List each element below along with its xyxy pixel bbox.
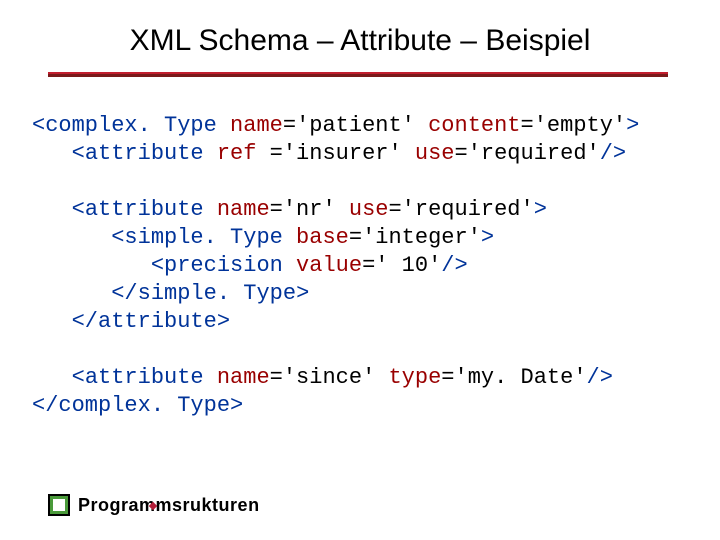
code-text: /> <box>600 141 626 166</box>
code-text: < <box>111 225 124 250</box>
code-text <box>32 197 72 222</box>
code-text: > <box>217 309 230 334</box>
code-text: precision <box>164 253 283 278</box>
title-divider <box>48 72 668 77</box>
code-text: > <box>626 113 639 138</box>
logo-part3: rukturen <box>183 495 260 515</box>
code-text: attribute <box>85 197 204 222</box>
code-text: < <box>72 141 85 166</box>
code-text: > <box>534 197 547 222</box>
code-text: ='nr' <box>270 197 336 222</box>
code-text: complex. Type <box>58 393 230 418</box>
slide-title: XML Schema – Attribute – Beispiel <box>0 24 720 58</box>
code-text: simple. Type <box>138 281 296 306</box>
logo-part2: gramms <box>110 495 183 515</box>
code-text: < <box>32 113 45 138</box>
code-text: attribute <box>85 141 204 166</box>
code-text: attribute <box>98 309 217 334</box>
code-text: base <box>283 225 349 250</box>
code-text: </ <box>111 281 137 306</box>
code-text: use <box>336 197 389 222</box>
code-text: < <box>151 253 164 278</box>
code-text: </ <box>72 309 98 334</box>
code-text <box>32 141 72 166</box>
code-text: = <box>283 113 296 138</box>
code-text: type <box>375 365 441 390</box>
code-text <box>32 309 72 334</box>
code-text: ='required' <box>455 141 600 166</box>
code-text: name <box>204 365 270 390</box>
code-text: ='insurer' <box>270 141 402 166</box>
code-text: =' 10' <box>362 253 441 278</box>
code-text: content <box>415 113 521 138</box>
code-text <box>32 253 151 278</box>
code-text <box>32 365 72 390</box>
code-text: > <box>230 393 243 418</box>
code-text: value <box>283 253 362 278</box>
code-text <box>32 281 111 306</box>
code-text: < <box>72 365 85 390</box>
code-text: /> <box>441 253 467 278</box>
logo-icon <box>48 494 70 516</box>
code-text: > <box>296 281 309 306</box>
code-text: /> <box>587 365 613 390</box>
slide: XML Schema – Attribute – Beispiel <compl… <box>0 0 720 540</box>
code-text: < <box>72 197 85 222</box>
logo-text: Programmsrukturen <box>78 495 260 516</box>
code-text: 'patient' <box>296 113 415 138</box>
code-text: name <box>230 113 283 138</box>
code-text: simple. Type <box>124 225 282 250</box>
code-block: <complex. Type name='patient' content='e… <box>32 112 639 420</box>
code-text: ref <box>204 141 270 166</box>
code-text: attribute <box>85 365 204 390</box>
code-text: ='empty' <box>521 113 627 138</box>
code-text: ='my. Date' <box>441 365 586 390</box>
code-text: use <box>402 141 455 166</box>
code-text <box>217 113 230 138</box>
code-text: </ <box>32 393 58 418</box>
logo-part1: Pro <box>78 495 110 515</box>
code-text: complex. Type <box>45 113 217 138</box>
code-text <box>32 225 111 250</box>
code-text: > <box>481 225 494 250</box>
code-text: ='required' <box>388 197 533 222</box>
code-text: name <box>204 197 270 222</box>
code-text: ='integer' <box>349 225 481 250</box>
code-text: ='since' <box>270 365 376 390</box>
footer-logo: Programmsrukturen <box>48 494 260 516</box>
